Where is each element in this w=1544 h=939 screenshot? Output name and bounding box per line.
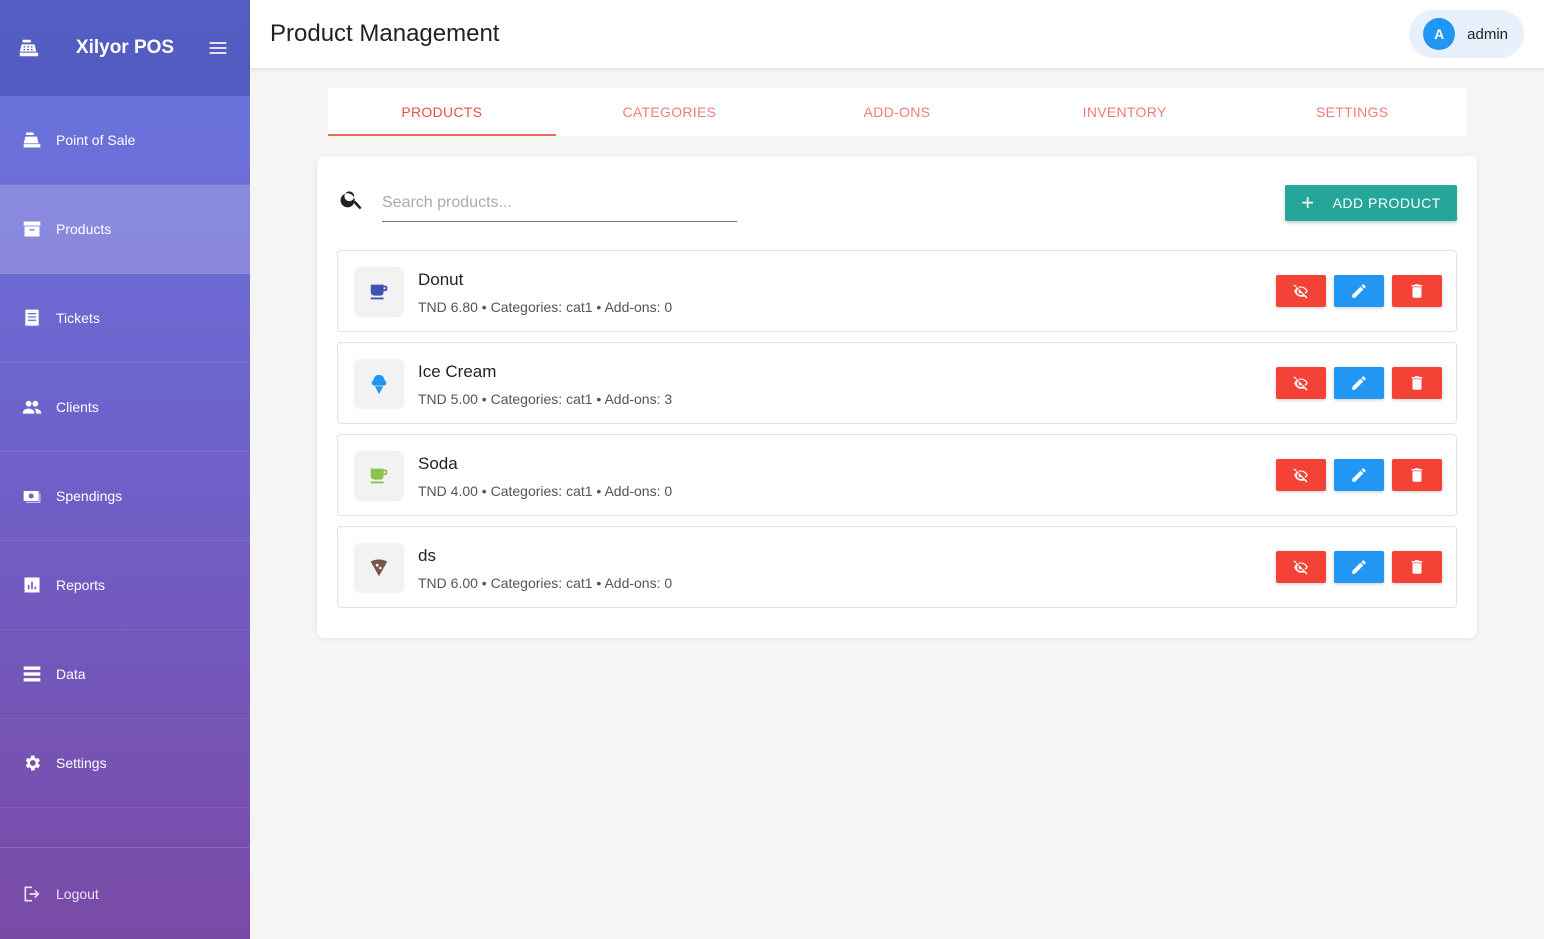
coffee-cup-icon [370, 284, 388, 300]
page-title: Product Management [270, 20, 500, 47]
pencil-icon [1352, 560, 1366, 574]
add-product-label: ADD PRODUCT [1332, 195, 1441, 211]
tab-products[interactable]: PRODUCTS [328, 88, 556, 136]
sidebar-item-spendings[interactable]: Spendings [0, 452, 250, 541]
hide-product-button[interactable] [1276, 275, 1326, 307]
trash-icon [1411, 284, 1423, 298]
products-panel: + ADD PRODUCT Donut TND 6.80 • Categorie… [317, 156, 1477, 638]
product-actions [1276, 459, 1442, 491]
product-thumbnail [354, 267, 404, 317]
search-icon [340, 191, 362, 210]
trash-icon [1411, 376, 1423, 390]
sidebar-item-point-of-sale[interactable]: Point of Sale [0, 96, 250, 185]
sidebar-item-label: Point of Sale [56, 132, 136, 148]
sidebar: Xilyor POS Point of Sale Products Ticket… [0, 0, 250, 939]
tab-inventory[interactable]: INVENTORY [1011, 88, 1239, 136]
sidebar-item-clients[interactable]: Clients [0, 363, 250, 452]
tab-categories[interactable]: CATEGORIES [556, 88, 784, 136]
list-item: ds TND 6.00 • Categories: cat1 • Add-ons… [337, 526, 1457, 608]
tab-add-ons[interactable]: ADD-ONS [783, 88, 1011, 136]
list-item: Soda TND 4.00 • Categories: cat1 • Add-o… [337, 434, 1457, 516]
eye-off-icon [1293, 560, 1308, 575]
eye-off-icon [1293, 468, 1308, 483]
pizza-slice-icon [370, 559, 388, 577]
hide-product-button[interactable] [1276, 367, 1326, 399]
sidebar-item-label: Settings [56, 755, 107, 771]
sidebar-item-reports[interactable]: Reports [0, 541, 250, 630]
tab-bar: PRODUCTS CATEGORIES ADD-ONS INVENTORY SE… [328, 88, 1466, 136]
logout-icon [24, 886, 40, 901]
delete-product-button[interactable] [1392, 275, 1442, 307]
hide-product-button[interactable] [1276, 551, 1326, 583]
edit-product-button[interactable] [1334, 551, 1384, 583]
delete-product-button[interactable] [1392, 367, 1442, 399]
cash-register-icon [23, 132, 41, 148]
money-icon [23, 491, 41, 503]
product-actions [1276, 275, 1442, 307]
product-name: Ice Cream [418, 362, 497, 381]
product-meta: TND 4.00 • Categories: cat1 • Add-ons: 0 [418, 483, 673, 499]
user-name: admin [1467, 25, 1508, 43]
eye-off-icon [1293, 284, 1308, 299]
add-product-button[interactable]: + ADD PRODUCT [1285, 185, 1457, 221]
pencil-icon [1352, 284, 1366, 298]
product-meta: TND 6.00 • Categories: cat1 • Add-ons: 0 [418, 575, 673, 591]
trash-icon [1411, 468, 1423, 482]
avatar: A [1423, 18, 1456, 50]
product-actions [1276, 551, 1442, 583]
product-name: Soda [418, 454, 458, 473]
logout-label: Logout [56, 885, 99, 902]
coffee-cup-icon [370, 468, 388, 484]
eye-off-icon [1293, 376, 1308, 391]
sidebar-item-label: Products [56, 221, 112, 237]
edit-product-button[interactable] [1334, 275, 1384, 307]
list-item: Ice Cream TND 5.00 • Categories: cat1 • … [337, 342, 1457, 424]
people-icon [22, 400, 42, 414]
hamburger-menu-icon[interactable] [208, 38, 228, 58]
edit-product-button[interactable] [1334, 459, 1384, 491]
sidebar-item-label: Spendings [56, 488, 123, 504]
product-thumbnail [354, 451, 404, 501]
sidebar-item-products[interactable]: Products [0, 185, 250, 274]
delete-product-button[interactable] [1392, 459, 1442, 491]
pencil-icon [1352, 468, 1366, 482]
storage-icon [23, 666, 41, 682]
bar-chart-icon [24, 577, 40, 593]
ice-cream-icon [371, 374, 387, 395]
delete-product-button[interactable] [1392, 551, 1442, 583]
user-menu[interactable]: A admin [1409, 10, 1524, 58]
sidebar-item-label: Reports [56, 577, 106, 593]
pencil-icon [1352, 376, 1366, 390]
sidebar-item-label: Data [56, 666, 86, 682]
trash-icon [1411, 560, 1423, 574]
tab-settings[interactable]: SETTINGS [1238, 88, 1466, 136]
archive-box-icon [23, 221, 41, 237]
logout-button[interactable]: Logout [0, 847, 250, 939]
receipt-icon [25, 309, 39, 327]
hide-product-button[interactable] [1276, 459, 1326, 491]
product-thumbnail [354, 359, 404, 409]
product-actions [1276, 367, 1442, 399]
list-item: Donut TND 6.80 • Categories: cat1 • Add-… [337, 250, 1457, 332]
product-meta: TND 6.80 • Categories: cat1 • Add-ons: 0 [418, 299, 673, 315]
sidebar-item-label: Clients [56, 399, 99, 415]
product-meta: TND 5.00 • Categories: cat1 • Add-ons: 3 [418, 391, 673, 407]
product-name: ds [418, 546, 436, 565]
top-bar: Product Management A admin [250, 0, 1544, 68]
cash-register-icon [19, 39, 39, 57]
product-name: Donut [418, 270, 464, 289]
sidebar-item-settings[interactable]: Settings [0, 719, 250, 808]
sidebar-item-tickets[interactable]: Tickets [0, 274, 250, 363]
product-list: Donut TND 6.80 • Categories: cat1 • Add-… [337, 250, 1457, 618]
edit-product-button[interactable] [1334, 367, 1384, 399]
sidebar-item-label: Tickets [56, 310, 100, 326]
sidebar-header: Xilyor POS [0, 0, 250, 96]
product-thumbnail [354, 543, 404, 593]
sidebar-item-data[interactable]: Data [0, 630, 250, 719]
gear-icon [25, 755, 40, 771]
plus-icon: + [1301, 190, 1315, 215]
search-input[interactable] [382, 184, 737, 222]
